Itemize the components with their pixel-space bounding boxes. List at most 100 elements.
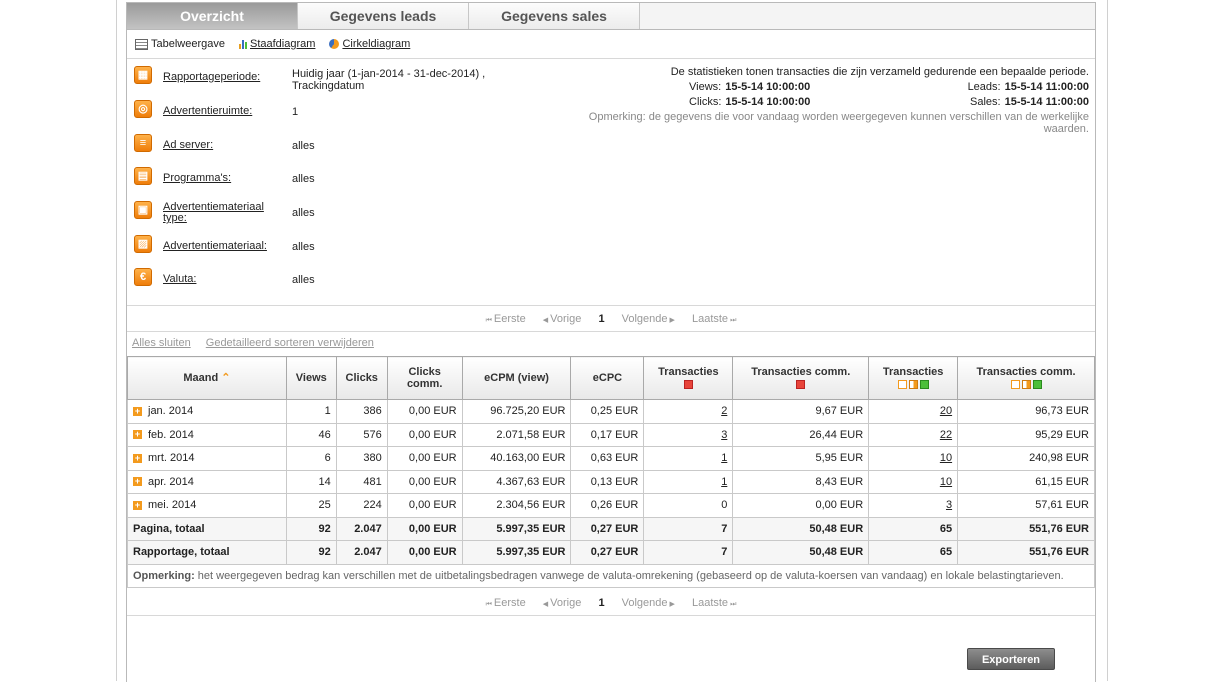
transactions-a-cell: 1 — [643, 446, 734, 471]
tab-overzicht[interactable]: Overzicht — [127, 3, 298, 29]
filter-label-material-type[interactable]: Advertentiemateriaal type: — [163, 202, 273, 224]
divider — [127, 305, 1095, 306]
status-open-icon — [897, 379, 907, 389]
filter-label-period[interactable]: Rapportageperiode: — [163, 72, 273, 83]
pager-first[interactable]: ⏮ Eerste — [486, 313, 526, 325]
month-cell: + feb. 2014 — [127, 422, 287, 447]
sales-timestamp: Sales: 15-5-14 11:00:00 — [970, 95, 1089, 110]
transactions-b-cell: 20 — [868, 399, 959, 424]
col-transactions-comm-a[interactable]: Transacties comm. — [732, 356, 870, 400]
transactions-comm-a-cell: 8,43 EUR — [732, 469, 870, 494]
clicks-comm-cell: 0,00 EUR — [386, 446, 463, 471]
pager-next[interactable]: Volgende ▶ — [622, 597, 675, 609]
view-bar-chart[interactable]: Staafdiagram — [239, 38, 315, 50]
transactions-b-link[interactable]: 3 — [946, 499, 952, 511]
transactions-comm-a-cell: 5,95 EUR — [732, 446, 870, 471]
col-ecpc[interactable]: eCPC — [570, 356, 645, 400]
month-cell: + jan. 2014 — [127, 399, 287, 424]
transactions-comm-b-cell: 551,76 EUR — [957, 540, 1095, 565]
pager-current: 1 — [598, 313, 605, 325]
col-views[interactable]: Views — [285, 356, 337, 400]
transactions-comm-a-cell: 50,48 EUR — [732, 540, 870, 565]
transactions-b-link[interactable]: 10 — [940, 452, 952, 464]
pager-first-label: Eerste — [493, 597, 526, 609]
expand-icon[interactable]: + — [133, 406, 142, 416]
transactions-a-cell: 7 — [643, 540, 734, 565]
clicks-cell: 224 — [335, 493, 388, 518]
pager-prev[interactable]: ◀ Vorige — [543, 313, 582, 325]
pager-last[interactable]: Laatste ⏭ — [692, 597, 736, 609]
divider — [127, 331, 1095, 332]
sort-asc-icon: ⌃ — [221, 372, 231, 384]
month-label: feb. 2014 — [148, 428, 194, 441]
ecpm-cell: 5.997,35 EUR — [461, 540, 572, 565]
col-ecpm[interactable]: eCPM (view) — [461, 356, 572, 400]
ecpc-cell: 0,27 EUR — [570, 540, 645, 565]
filter-label-currency[interactable]: Valuta: — [163, 274, 273, 285]
pager-last-label: Laatste — [691, 313, 729, 325]
first-page-icon: ⏮ — [485, 601, 492, 608]
filter-label-material[interactable]: Advertentiemateriaal: — [163, 241, 273, 252]
status-red-icon — [683, 379, 693, 389]
view-pie-chart[interactable]: Cirkeldiagram — [329, 38, 410, 50]
col-month[interactable]: Maand ⌃ — [127, 356, 287, 400]
filter-label-space[interactable]: Advertentieruimte: — [163, 106, 273, 117]
transactions-a-link[interactable]: 3 — [721, 429, 727, 441]
ecpm-cell: 96.725,20 EUR — [461, 399, 572, 424]
tab-gegevens-leads[interactable]: Gegevens leads — [298, 3, 469, 29]
filter-label-server[interactable]: Ad server: — [163, 140, 273, 151]
pager-prev-label: Vorige — [550, 313, 582, 325]
transactions-b-cell: 10 — [868, 469, 959, 494]
views-cell: 92 — [285, 516, 337, 541]
euro-icon: € — [134, 268, 152, 286]
pager-last[interactable]: Laatste ⏭ — [692, 313, 736, 325]
view-table[interactable]: Tabelweergave — [135, 38, 225, 50]
pager-next[interactable]: Volgende ▶ — [622, 313, 675, 325]
transactions-b-link[interactable]: 20 — [940, 405, 952, 417]
filter-value-material: alles — [292, 241, 315, 253]
status-green-icon — [1032, 379, 1042, 389]
calendar-icon: ▦ — [134, 66, 152, 84]
last-page-icon: ⏭ — [730, 317, 737, 324]
col-transactions-comm-b[interactable]: Transacties comm. — [957, 356, 1095, 400]
transactions-a-link[interactable]: 1 — [721, 452, 727, 464]
pager-first[interactable]: ⏮ Eerste — [486, 597, 526, 609]
table-header-row: Maand ⌃ Views Clicks Clicks comm. eCPM (… — [127, 356, 1095, 400]
table-note-text: het weergegeven bedrag kan verschillen m… — [197, 569, 1064, 582]
expand-icon[interactable]: + — [133, 430, 142, 440]
transactions-comm-b-cell: 57,61 EUR — [957, 493, 1095, 518]
next-page-icon: ▶ — [669, 601, 675, 608]
col-transactions-comm-a-label: Transacties comm. — [751, 366, 851, 378]
col-transactions-b[interactable]: Transacties — [868, 356, 959, 400]
expand-icon[interactable]: + — [133, 500, 142, 510]
tab-gegevens-sales[interactable]: Gegevens sales — [469, 3, 640, 29]
export-button[interactable]: Exporteren — [967, 648, 1055, 670]
col-clicks-comm[interactable]: Clicks comm. — [386, 356, 463, 400]
views-cell: 14 — [285, 469, 337, 494]
expand-icon[interactable]: + — [133, 477, 142, 487]
transactions-a-link[interactable]: 2 — [721, 405, 727, 417]
leads-ts-value: 15-5-14 11:00:00 — [1004, 81, 1089, 93]
clicks-comm-cell: 0,00 EUR — [386, 516, 463, 541]
pager-prev[interactable]: ◀ Vorige — [543, 597, 582, 609]
tab-bar: Overzicht Gegevens leads Gegevens sales — [127, 3, 1095, 30]
col-clicks[interactable]: Clicks — [335, 356, 388, 400]
clicks-cell: 2.047 — [335, 516, 388, 541]
prev-page-icon: ◀ — [542, 317, 549, 324]
filter-label-programs[interactable]: Programma's: — [163, 173, 273, 184]
stats-info: De statistieken tonen transacties die zi… — [579, 65, 1089, 135]
col-transactions-a[interactable]: Transacties — [643, 356, 734, 400]
bar-chart-icon — [239, 39, 247, 49]
transactions-comm-a-cell: 26,44 EUR — [732, 422, 870, 447]
transactions-a-link[interactable]: 1 — [721, 476, 727, 488]
transactions-b-link[interactable]: 22 — [940, 429, 952, 441]
ecpc-cell: 0,26 EUR — [570, 493, 645, 518]
filter-value-programs: alles — [292, 173, 315, 185]
remove-sort-link[interactable]: Gedetailleerd sorteren verwijderen — [206, 337, 374, 349]
col-month-label: Maand — [183, 372, 219, 384]
expand-icon[interactable]: + — [133, 453, 142, 463]
transactions-b-link[interactable]: 10 — [940, 476, 952, 488]
last-page-icon: ⏭ — [730, 601, 737, 608]
close-all-link[interactable]: Alles sluiten — [132, 337, 191, 349]
clicks-comm-cell: 0,00 EUR — [386, 493, 463, 518]
